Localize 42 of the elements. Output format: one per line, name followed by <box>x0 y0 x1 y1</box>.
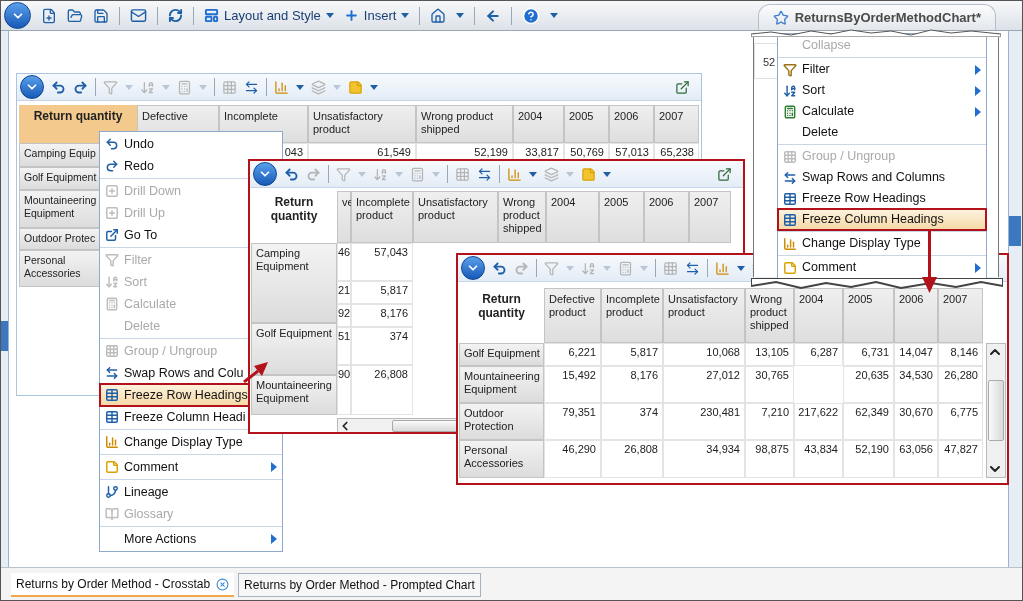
table-cell: 230,481 <box>663 403 745 440</box>
table-cell: 51 <box>337 327 351 365</box>
table-cell: 27,012 <box>663 366 745 403</box>
table-cell: 15,492 <box>544 366 601 403</box>
table-cell: 5,817 <box>351 281 413 304</box>
table-cell: 30,765 <box>745 366 794 403</box>
table-cell: 6,221 <box>544 343 601 366</box>
table-cell: 62,349 <box>843 403 894 440</box>
table-cell: 20,635 <box>843 366 894 403</box>
table-cell: 6,731 <box>843 343 894 366</box>
table-cell: 46 <box>337 243 351 281</box>
table-cell: 7,210 <box>745 403 794 440</box>
table-cell: 13,105 <box>745 343 794 366</box>
table-cell: 47,827 <box>938 440 983 478</box>
table-cell: 34,530 <box>894 366 938 403</box>
table-cell: 92 <box>337 304 351 327</box>
table-cell: 46,290 <box>544 440 601 478</box>
table-cell: 79,351 <box>544 403 601 440</box>
table-cell: 90 <box>337 365 351 415</box>
table-cell: 26,808 <box>351 365 413 415</box>
table-cell: 217,622 <box>794 403 843 440</box>
table-cell: 30,670 <box>894 403 938 440</box>
table-cell: 8,146 <box>938 343 983 366</box>
table-cell: 14,047 <box>894 343 938 366</box>
table-cell: 34,934 <box>663 440 745 478</box>
table-cell: 8,176 <box>351 304 413 327</box>
table-cell: 6,775 <box>938 403 983 440</box>
table-cell: 374 <box>351 327 413 365</box>
document-title: ReturnsByOrderMethodChart* <box>794 8 981 27</box>
table-cell: 43,834 <box>794 440 843 478</box>
table-cell: 8,176 <box>601 366 663 403</box>
table-cell: 57,043 <box>351 243 413 281</box>
table-cell: 26,280 <box>938 366 983 403</box>
table-cell: 98,875 <box>745 440 794 478</box>
table-cell: 52,190 <box>843 440 894 478</box>
table-cell: 63,056 <box>894 440 938 478</box>
table-cell: 21 <box>337 281 351 304</box>
table-cell: 374 <box>601 403 663 440</box>
table-cell: 26,808 <box>601 440 663 478</box>
table-cell: 5,817 <box>601 343 663 366</box>
table-cell: 6,287 <box>794 343 843 366</box>
table-cell: 10,068 <box>663 343 745 366</box>
